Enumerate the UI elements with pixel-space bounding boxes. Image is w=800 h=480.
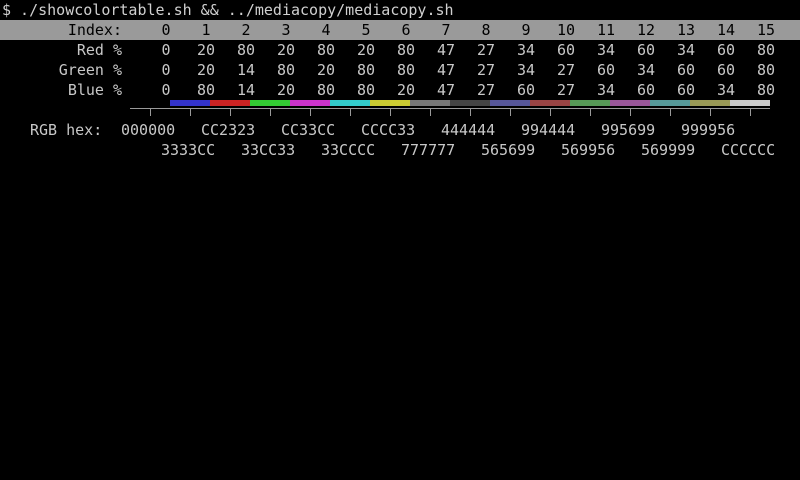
blue-cell-5: 80	[356, 81, 376, 99]
index-cell-12: 12	[636, 21, 656, 39]
blue-cell-0: 0	[161, 81, 171, 99]
hex-value-odd-4: 565699	[481, 141, 536, 159]
hex-value-odd-5: 569956	[561, 141, 616, 159]
index-cell-3: 3	[281, 21, 291, 39]
green-cell-15: 80	[756, 61, 776, 79]
blue-cell-14: 34	[716, 81, 736, 99]
blue-label: Blue %	[67, 81, 122, 99]
index-cell-8: 8	[481, 21, 491, 39]
index-cell-2: 2	[241, 21, 251, 39]
index-header-row: Index: 0 1 2 3 4 5 6 7 8 9 10 11 12 13 14 15	[0, 20, 800, 40]
red-cell-10: 60	[556, 41, 576, 59]
green-cell-14: 60	[716, 61, 736, 79]
index-cell-11: 11	[596, 21, 616, 39]
shell-prompt: $ ./showcolortable.sh && ../mediacopy/me…	[2, 1, 454, 19]
blue-cell-4: 80	[316, 81, 336, 99]
index-cell-14: 14	[716, 21, 736, 39]
hex-value-odd-3: 777777	[401, 141, 456, 159]
hex-value-odd-2: 33CCCC	[321, 141, 376, 159]
hex-value-even-2: CC33CC	[281, 121, 336, 139]
blue-cell-10: 27	[556, 81, 576, 99]
green-cell-12: 34	[636, 61, 656, 79]
red-cell-9: 34	[516, 41, 536, 59]
hex-value-even-4: 444444	[441, 121, 496, 139]
red-cell-4: 80	[316, 41, 336, 59]
hex-value-odd-6: 569999	[641, 141, 696, 159]
red-label: Red %	[76, 41, 122, 59]
hex-value-odd-7: CCCCCC	[721, 141, 776, 159]
green-cell-1: 20	[196, 61, 216, 79]
blue-cell-2: 14	[236, 81, 256, 99]
green-cell-8: 27	[476, 61, 496, 79]
red-cell-0: 0	[161, 41, 171, 59]
index-cell-4: 4	[321, 21, 331, 39]
hex-value-even-6: 995699	[601, 121, 656, 139]
blue-cell-11: 34	[596, 81, 616, 99]
green-label: Green %	[58, 61, 122, 79]
index-cell-7: 7	[441, 21, 451, 39]
blue-cell-13: 60	[676, 81, 696, 99]
green-cell-3: 80	[276, 61, 296, 79]
index-label: Index:	[67, 21, 122, 39]
green-cell-2: 14	[236, 61, 256, 79]
blue-cell-7: 47	[436, 81, 456, 99]
rgb-hex-label: RGB hex:	[30, 121, 103, 139]
red-cell-14: 60	[716, 41, 736, 59]
index-cell-1: 1	[201, 21, 211, 39]
green-cell-13: 60	[676, 61, 696, 79]
red-cell-7: 47	[436, 41, 456, 59]
hex-value-even-0: 000000	[121, 121, 176, 139]
green-cell-7: 47	[436, 61, 456, 79]
blue-cell-15: 80	[756, 81, 776, 99]
index-cell-15: 15	[756, 21, 776, 39]
green-cell-4: 20	[316, 61, 336, 79]
red-cell-12: 60	[636, 41, 656, 59]
blue-cell-12: 60	[636, 81, 656, 99]
hex-value-even-5: 994444	[521, 121, 576, 139]
blue-cell-1: 80	[196, 81, 216, 99]
green-cell-0: 0	[161, 61, 171, 79]
red-cell-8: 27	[476, 41, 496, 59]
green-cell-10: 27	[556, 61, 576, 79]
red-cell-13: 34	[676, 41, 696, 59]
green-cell-6: 80	[396, 61, 416, 79]
index-cell-9: 9	[521, 21, 531, 39]
blue-cell-9: 60	[516, 81, 536, 99]
red-cell-3: 20	[276, 41, 296, 59]
blue-cell-6: 20	[396, 81, 416, 99]
hex-value-even-3: CCCC33	[361, 121, 416, 139]
hex-value-even-1: CC2323	[201, 121, 256, 139]
swatch-bracket-lines	[130, 108, 770, 116]
green-cell-5: 80	[356, 61, 376, 79]
blue-cell-8: 27	[476, 81, 496, 99]
blue-cell-3: 20	[276, 81, 296, 99]
red-cell-1: 20	[196, 41, 216, 59]
hex-value-even-7: 999956	[681, 121, 736, 139]
red-cell-15: 80	[756, 41, 776, 59]
red-cell-11: 34	[596, 41, 616, 59]
hex-value-odd-1: 33CC33	[241, 141, 296, 159]
green-cell-11: 60	[596, 61, 616, 79]
index-cell-13: 13	[676, 21, 696, 39]
index-cell-5: 5	[361, 21, 371, 39]
red-cell-2: 80	[236, 41, 256, 59]
red-cell-6: 80	[396, 41, 416, 59]
red-cell-5: 20	[356, 41, 376, 59]
index-cell-10: 10	[556, 21, 576, 39]
index-cell-0: 0	[161, 21, 171, 39]
green-cell-9: 34	[516, 61, 536, 79]
hex-value-odd-0: 3333CC	[161, 141, 216, 159]
index-cell-6: 6	[401, 21, 411, 39]
